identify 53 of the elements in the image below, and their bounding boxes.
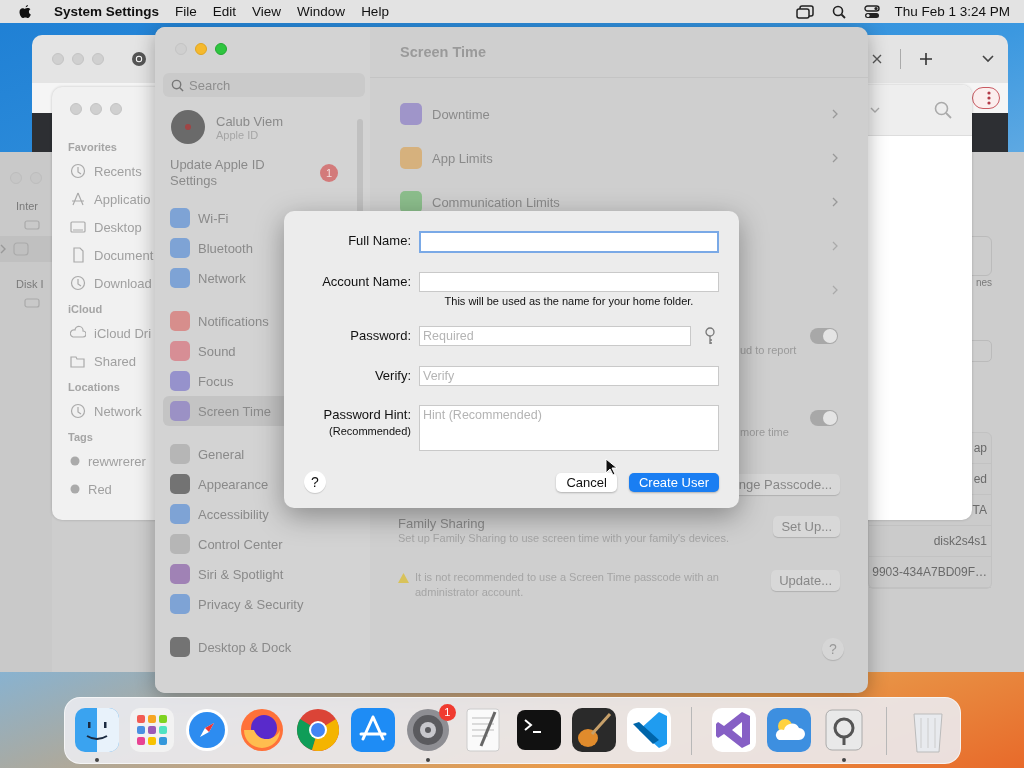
cancel-button[interactable]: Cancel [556,472,617,492]
field-note: This will be used as the name for your home folder. [444,295,694,307]
sidebar-heading: Inter [16,200,38,212]
update-button[interactable]: Update... [771,570,840,591]
sidebar-item[interactable]: Accessibility [163,499,360,529]
sidebar-heading: Favorites [68,141,117,153]
settings-row[interactable]: App Limits [388,136,850,180]
sidebar-item[interactable]: Red [88,481,112,497]
sidebar-heading: iCloud [68,303,103,315]
text-field[interactable]: Required [419,326,691,346]
menu-item[interactable]: Help [361,4,389,19]
account-name[interactable]: Calub Viem [216,113,283,129]
create-user-button[interactable]: Create User [628,472,719,492]
sidebar-item[interactable]: Applicatio [94,191,151,207]
sidebar-item[interactable]: rewwrerer [88,453,146,469]
field-label: Password: [350,327,411,345]
update-notice[interactable]: Update Apple ID Settings [170,157,310,189]
sidebar-item[interactable]: iCloud Dri [94,325,152,341]
settings-row[interactable]: Downtime [388,92,850,136]
field-sublabel: (Recommended) [329,425,411,437]
notification-badge: 1 [438,703,456,721]
search-field[interactable]: Search [163,73,365,97]
clock[interactable]: Thu Feb 1 3:24 PM [894,4,1010,19]
text-field[interactable]: Verify [419,366,719,386]
sidebar-item[interactable]: Privacy & Security [163,589,360,619]
sidebar-item[interactable]: Control Center [163,529,360,559]
sidebar-item[interactable]: Download [94,275,152,291]
help-button[interactable]: ? [822,638,844,660]
notification-badge: 1 [320,164,338,182]
set-up-button[interactable]: Set Up... [773,516,840,537]
sidebar-item[interactable]: Desktop & Dock [163,632,360,662]
menu-item[interactable]: Edit [212,4,237,19]
help-button[interactable]: ? [304,471,326,493]
family-sharing-title: Family Sharing [398,516,486,531]
field-label: Verify: [374,367,411,385]
field-label: Full Name: [348,232,411,250]
sidebar-item[interactable]: Shared [94,353,136,369]
sidebar-item[interactable]: Network [94,403,142,419]
menu-item[interactable]: Window [297,4,346,19]
sidebar-item[interactable]: Recents [94,163,142,179]
field-label: Account Name: [322,273,411,291]
caption-text: nes [975,277,992,288]
menu-item[interactable]: File [175,4,197,19]
sidebar-heading: Tags [68,431,93,443]
app-menu[interactable]: System Settings [54,4,160,19]
hint-field[interactable]: Hint (Recommended) [419,405,719,451]
sidebar-item[interactable]: Document [94,247,154,263]
menu-item[interactable]: View [252,4,282,19]
sidebar-item[interactable]: Siri & Spotlight [163,559,360,589]
detail-value: 9903-434A7BD09F… [869,557,991,588]
sidebar-item[interactable]: Desktop [94,219,142,235]
detail-value: disk2s4s1 [869,526,991,557]
sidebar-heading: Locations [68,381,120,393]
